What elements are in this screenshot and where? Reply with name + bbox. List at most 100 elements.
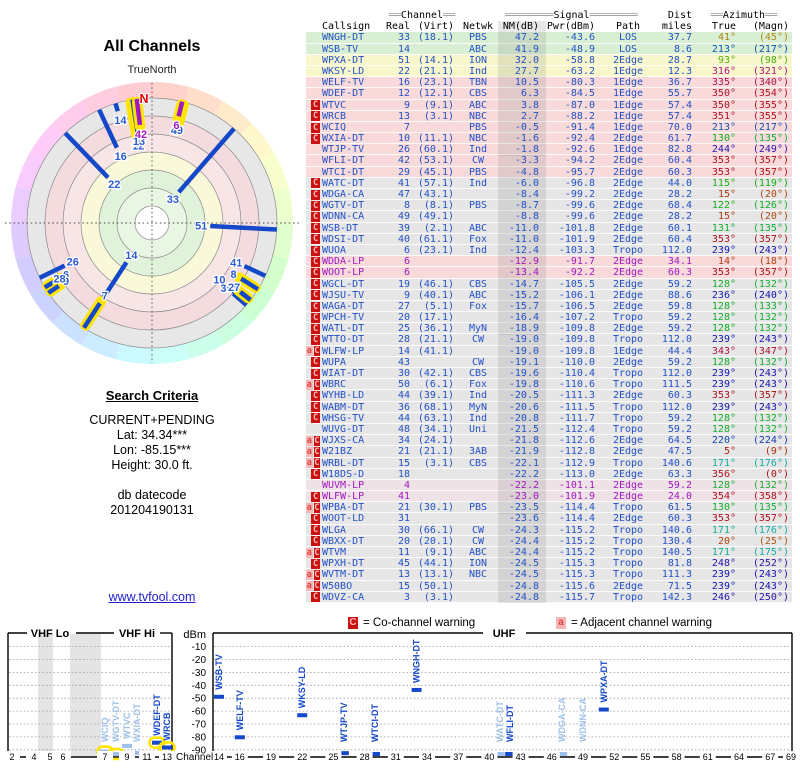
cell-noise-margin: -22.1 xyxy=(498,457,546,469)
warning-markers: aC xyxy=(306,346,322,357)
cell-network: ABC xyxy=(468,289,488,301)
cell-azimuth-magn: (321°) xyxy=(752,65,789,77)
dbm-tick-label: -50 xyxy=(192,694,207,705)
table-row: C WGTV-DT 8 (8.1) PBS -8.7 -99.6 2Edge 68.4 122° (… xyxy=(306,200,792,212)
table-row: a C WLFW-LP 14 (41.1) -19.0 -109.8 1Edge 44.4 343… xyxy=(306,345,792,357)
true-north-label: TrueNorth xyxy=(127,64,177,76)
cell-miles: 55.7 xyxy=(667,88,692,100)
cell-power: -115.6 xyxy=(558,580,595,592)
cell-real-channel: 12 xyxy=(397,88,410,100)
cell-virtual-channel: (34.1) xyxy=(417,423,454,435)
cell-noise-margin: -21.9 xyxy=(498,446,546,458)
warning-markers: C xyxy=(306,469,322,480)
cell-azimuth-magn: (243°) xyxy=(752,334,789,346)
cell-azimuth-true: 353° xyxy=(711,267,736,279)
cell-noise-margin: -24.3 xyxy=(498,524,546,536)
cell-miles: 59.8 xyxy=(667,300,692,312)
cell-miles: 70.0 xyxy=(667,121,692,133)
cell-path: 2Edge xyxy=(612,479,644,491)
co-channel-warning-icon: C xyxy=(311,491,320,502)
cell-noise-margin: -15.2 xyxy=(498,289,546,301)
cell-callsign: WUVG-DT xyxy=(322,423,365,435)
warning-markers: aC xyxy=(306,547,322,558)
cell-callsign: WBRC xyxy=(322,379,347,391)
cell-power: -96.8 xyxy=(564,177,595,189)
warning-markers: C xyxy=(306,368,322,379)
cell-real-channel: 43 xyxy=(397,356,410,368)
cell-miles: 112.0 xyxy=(661,368,692,379)
cell-network xyxy=(458,581,498,592)
warning-markers xyxy=(306,44,322,55)
cell-noise-margin: 3.8 xyxy=(498,99,546,111)
cell-network xyxy=(458,312,498,323)
cell-power: -99.2 xyxy=(564,189,595,200)
cell-azimuth-magn: (357°) xyxy=(752,233,789,245)
cell-miles: 140.5 xyxy=(661,547,692,558)
table-row: WFLI-DT 42 (53.1) CW -3.3 -94.2 2Edge 60.4 353° (… xyxy=(306,155,792,167)
cell-azimuth-true: 14° xyxy=(717,256,736,268)
signal-bar xyxy=(234,735,245,740)
cell-virtual-channel: (39.1) xyxy=(417,390,454,402)
co-channel-warning-icon: C xyxy=(311,536,320,547)
co-channel-warning-icon: C xyxy=(311,402,320,413)
cell-azimuth-true: 236° xyxy=(711,289,736,301)
cell-azimuth-true: 239° xyxy=(711,379,736,391)
cell-network: TBN xyxy=(468,77,488,89)
warning-markers: C xyxy=(306,122,322,133)
cell-azimuth-true: 15° xyxy=(717,211,736,223)
bar-station-label: WNGH-DT xyxy=(412,639,422,683)
channel-tick-label: 52 xyxy=(609,752,619,762)
cell-network: Uni xyxy=(468,423,488,435)
col-real: Real xyxy=(386,21,411,33)
cell-miles: 57.4 xyxy=(667,99,692,111)
radar-channel-label: 16 xyxy=(115,151,127,163)
cell-path: 1Edge xyxy=(612,65,644,77)
cell-virtual-channel xyxy=(412,491,458,502)
cell-power: -115.3 xyxy=(558,558,595,570)
site-link[interactable]: www.tvfool.com xyxy=(0,590,304,604)
criteria-lon: Lon: -85.15*** xyxy=(113,443,191,457)
cell-azimuth-magn: (20°) xyxy=(758,189,789,200)
cell-noise-margin: -12.9 xyxy=(498,256,546,268)
warning-markers: C xyxy=(306,290,322,301)
cell-noise-margin: -24.4 xyxy=(498,547,546,559)
cell-virtual-channel: (24.1) xyxy=(417,435,454,447)
warning-markers: C xyxy=(306,334,322,346)
cell-azimuth-magn: (25°) xyxy=(758,535,789,547)
warning-markers: aC xyxy=(306,581,322,592)
channel-tick-label: 37 xyxy=(453,752,463,762)
cell-azimuth-magn: (175°) xyxy=(752,547,789,558)
cell-real-channel: 39 xyxy=(397,222,410,234)
cell-real-channel: 20 xyxy=(397,535,410,547)
radar-channel-label: 26 xyxy=(67,257,79,269)
signal-bar xyxy=(214,694,224,699)
channel-tick-label: 14 xyxy=(214,752,224,762)
cell-path: 2Edge xyxy=(612,491,644,503)
cell-real-channel: 30 xyxy=(397,368,410,379)
cell-virtual-channel: (23.1) xyxy=(417,244,454,256)
cell-real-channel: 22 xyxy=(397,65,410,77)
cell-path: 2Edge xyxy=(612,233,644,245)
legend-adjacent-channel: a = Adjacent channel warning xyxy=(556,617,712,629)
cell-virtual-channel: (45.1) xyxy=(417,166,454,178)
cell-miles: 59.2 xyxy=(667,278,692,290)
cell-real-channel: 3 xyxy=(403,591,410,603)
warning-markers: C xyxy=(306,413,322,424)
channel-tick-label: 7 xyxy=(102,752,107,762)
signal-bar xyxy=(162,745,172,750)
cell-virtual-channel: (50.1) xyxy=(417,580,454,592)
warning-markers: C xyxy=(306,357,322,368)
cell-virtual-channel: (9.1) xyxy=(423,547,454,558)
cell-noise-margin: -19.6 xyxy=(498,368,546,380)
co-channel-warning-icon: C xyxy=(311,256,320,267)
cell-azimuth-true: 130° xyxy=(711,133,736,145)
cell-virtual-channel: (21.1) xyxy=(417,65,454,77)
table-row: C WOOT-LP 6 -13.4 -92.2 2Edge 60.3 353° (357°) xyxy=(306,267,792,279)
cell-azimuth-magn: (132°) xyxy=(752,412,789,424)
table-row: WTJP-TV 26 (60.1) Ind -1.8 -92.6 1Edge 82.8 244°… xyxy=(306,144,792,156)
cell-noise-margin: -24.4 xyxy=(498,535,546,548)
cell-azimuth-magn: (357°) xyxy=(752,390,789,402)
co-channel-warning-icon: C xyxy=(311,111,320,122)
cell-power: -87.0 xyxy=(564,99,595,111)
table-row: C WIAT-DT 30 (42.1) CBS -19.6 -110.4 Tropo 112.0… xyxy=(306,368,792,380)
